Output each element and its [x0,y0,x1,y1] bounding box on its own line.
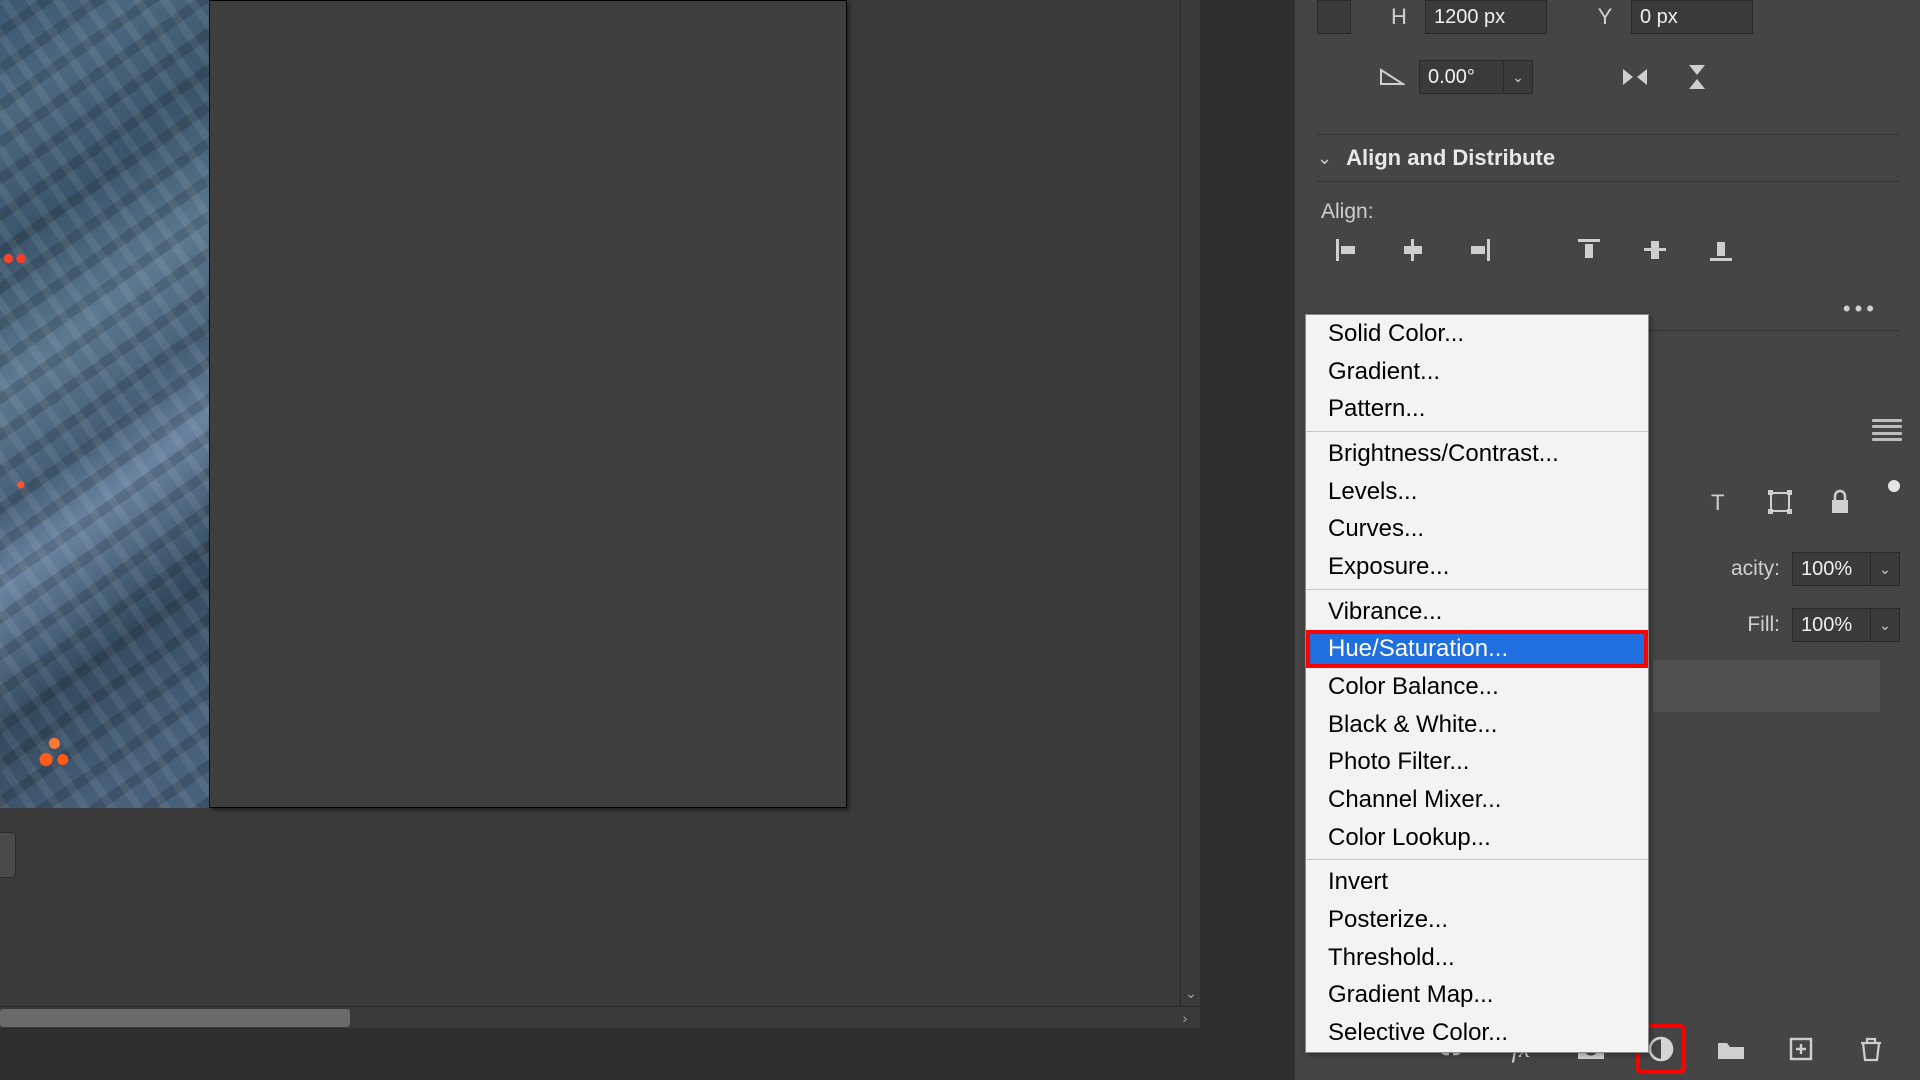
align-left-button[interactable] [1329,234,1365,266]
menu-item-curves[interactable]: Curves... [1306,510,1648,548]
opacity-input[interactable]: 100% [1792,552,1870,586]
angle-icon [1379,67,1405,87]
menu-item-hue-saturation[interactable]: Hue/Saturation... [1306,630,1648,668]
menu-item-color-lookup[interactable]: Color Lookup... [1306,819,1648,857]
new-layer-button[interactable] [1780,1028,1822,1070]
y-input[interactable]: 0 px [1631,0,1753,34]
fill-dropdown[interactable]: ⌄ [1870,608,1900,642]
height-label: H [1387,4,1411,30]
horizontal-scrollbar[interactable]: › [0,1006,1200,1028]
transform-angle-row: 0.00° ⌄ [1317,60,1900,94]
collapsed-tool-dock[interactable] [0,832,16,878]
y-label: Y [1593,4,1617,30]
rotation-input[interactable]: 0.00° [1419,60,1503,94]
more-options-button[interactable]: ••• [1843,296,1878,322]
opacity-label: acity: [1731,557,1780,581]
artboard-lock-icon[interactable] [1762,486,1798,518]
align-distribute-header[interactable]: ⌄ Align and Distribute [1317,134,1900,182]
layer-lock-row: T [1702,486,1900,518]
reference-point-control[interactable] [1317,0,1351,34]
menu-item-color-balance[interactable]: Color Balance... [1306,668,1648,706]
align-right-button[interactable] [1461,234,1497,266]
vertical-scrollbar[interactable]: ⌄ [1180,0,1200,1006]
height-input[interactable]: 1200 px [1425,0,1547,34]
align-top-button[interactable] [1571,234,1607,266]
menu-item-posterize[interactable]: Posterize... [1306,901,1648,939]
scroll-down-icon[interactable]: ⌄ [1181,985,1201,1002]
document-image[interactable] [0,0,210,808]
panel-drawer-grip-icon[interactable] [1872,419,1902,441]
menu-item-solid-color[interactable]: Solid Color... [1306,315,1648,353]
lock-indicator-dot-icon [1888,480,1900,492]
scroll-thumb[interactable] [0,1009,350,1027]
adjustment-layer-menu[interactable]: Solid Color...Gradient...Pattern... Brigh… [1305,314,1649,1053]
rotation-preset-dropdown[interactable]: ⌄ [1503,60,1533,94]
opacity-dropdown[interactable]: ⌄ [1870,552,1900,586]
menu-item-black-white[interactable]: Black & White... [1306,706,1648,744]
transform-row: H 1200 px Y 0 px [1317,0,1900,34]
fill-input[interactable]: 100% [1792,608,1870,642]
fill-row: Fill: 100% ⌄ [1747,608,1900,642]
document-bounds [210,0,847,808]
fill-label: Fill: [1747,613,1780,637]
menu-item-gradient[interactable]: Gradient... [1306,353,1648,391]
menu-item-levels[interactable]: Levels... [1306,473,1648,511]
chevron-down-icon: ⌄ [1317,148,1332,169]
menu-item-selective-color[interactable]: Selective Color... [1306,1014,1648,1052]
opacity-row: acity: 100% ⌄ [1731,552,1900,586]
flip-vertical-button[interactable] [1679,61,1715,93]
flip-horizontal-button[interactable] [1617,61,1653,93]
align-bottom-button[interactable] [1703,234,1739,266]
new-group-button[interactable] [1710,1028,1752,1070]
align-center-v-button[interactable] [1637,234,1673,266]
menu-item-exposure[interactable]: Exposure... [1306,548,1648,586]
type-tool-icon[interactable]: T [1702,486,1738,518]
canvas-area: ⌄ › [0,0,1200,1028]
menu-item-brightness-contrast[interactable]: Brightness/Contrast... [1306,435,1648,473]
menu-item-channel-mixer[interactable]: Channel Mixer... [1306,781,1648,819]
menu-item-invert[interactable]: Invert [1306,863,1648,901]
delete-layer-button[interactable] [1850,1028,1892,1070]
align-distribute-title: Align and Distribute [1346,145,1555,171]
align-label: Align: [1321,200,1900,224]
layer-row[interactable] [1653,660,1880,712]
align-center-h-button[interactable] [1395,234,1431,266]
svg-text:T: T [1711,490,1724,515]
align-buttons-row [1317,234,1900,266]
menu-item-threshold[interactable]: Threshold... [1306,939,1648,977]
menu-item-photo-filter[interactable]: Photo Filter... [1306,743,1648,781]
lock-icon[interactable] [1822,486,1858,518]
menu-item-gradient-map[interactable]: Gradient Map... [1306,976,1648,1014]
menu-item-pattern[interactable]: Pattern... [1306,390,1648,428]
menu-item-vibrance[interactable]: Vibrance... [1306,593,1648,631]
scroll-right-icon[interactable]: › [1176,1009,1194,1027]
